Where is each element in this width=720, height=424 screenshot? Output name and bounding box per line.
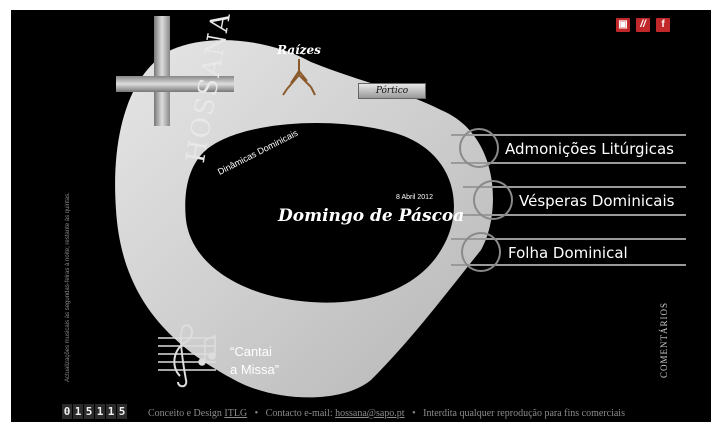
cantai-link[interactable]: “Cantai a Missa” <box>156 318 306 388</box>
portico-button[interactable]: Pórtico <box>358 83 426 99</box>
page-stage: HOSSANA Raízes Pórtico Dinâmicas Dominic… <box>11 10 711 422</box>
footer-rights: Interdita qualquer reprodução para fins … <box>423 408 625 419</box>
footer-concept: Conceito e Design <box>148 408 222 419</box>
headline[interactable]: Domingo de Páscoa <box>278 206 464 226</box>
roots-icon <box>282 59 316 96</box>
counter-digit: 1 <box>95 404 105 419</box>
counter-digit: 1 <box>106 404 116 419</box>
raizes-label: Raízes <box>277 43 321 57</box>
raizes-link[interactable]: Raízes <box>269 43 329 98</box>
blog-icon[interactable]: ▣ <box>616 18 630 32</box>
menu-admonicoes[interactable]: Admonições Litúrgicas <box>505 140 674 158</box>
counter-digit: 1 <box>73 404 83 419</box>
cantai-line2: a Missa” <box>230 362 280 377</box>
footer-separator-1: • <box>254 408 259 419</box>
date-label: 8 Abril 2012 <box>396 194 433 201</box>
cantai-line1: “Cantai <box>230 344 272 359</box>
footer-email-link[interactable]: hossana@sapo.pt <box>335 408 404 419</box>
footer: Conceito e Design ITLG • Contacto e-mail… <box>148 408 625 419</box>
footer-separator-2: • <box>412 408 416 419</box>
menu-folha[interactable]: Folha Dominical <box>508 244 628 262</box>
footer-itlg-link[interactable]: ITLG <box>224 408 247 419</box>
facebook-icon[interactable]: f <box>656 18 670 32</box>
music-staff-icon <box>158 324 216 388</box>
menu-circle-2 <box>473 180 513 220</box>
slash-icon[interactable]: // <box>636 18 650 32</box>
footer-contact: Contacto e-mail: <box>265 408 333 419</box>
counter-digit: 0 <box>62 404 72 419</box>
counter-digit: 5 <box>84 404 94 419</box>
menu-vesperas[interactable]: Vésperas Dominicais <box>519 192 674 210</box>
counter-digit: 5 <box>117 404 127 419</box>
portico-label: Pórtico <box>375 86 409 96</box>
visit-counter: 015115 <box>62 404 127 419</box>
cross-vertical <box>154 16 170 126</box>
comentarios-link[interactable]: Comentários <box>659 302 669 378</box>
menu-circle-3 <box>461 232 501 272</box>
menu-circle-1 <box>459 128 499 168</box>
side-note: Actualizações musicais às segundas-feira… <box>65 192 71 382</box>
